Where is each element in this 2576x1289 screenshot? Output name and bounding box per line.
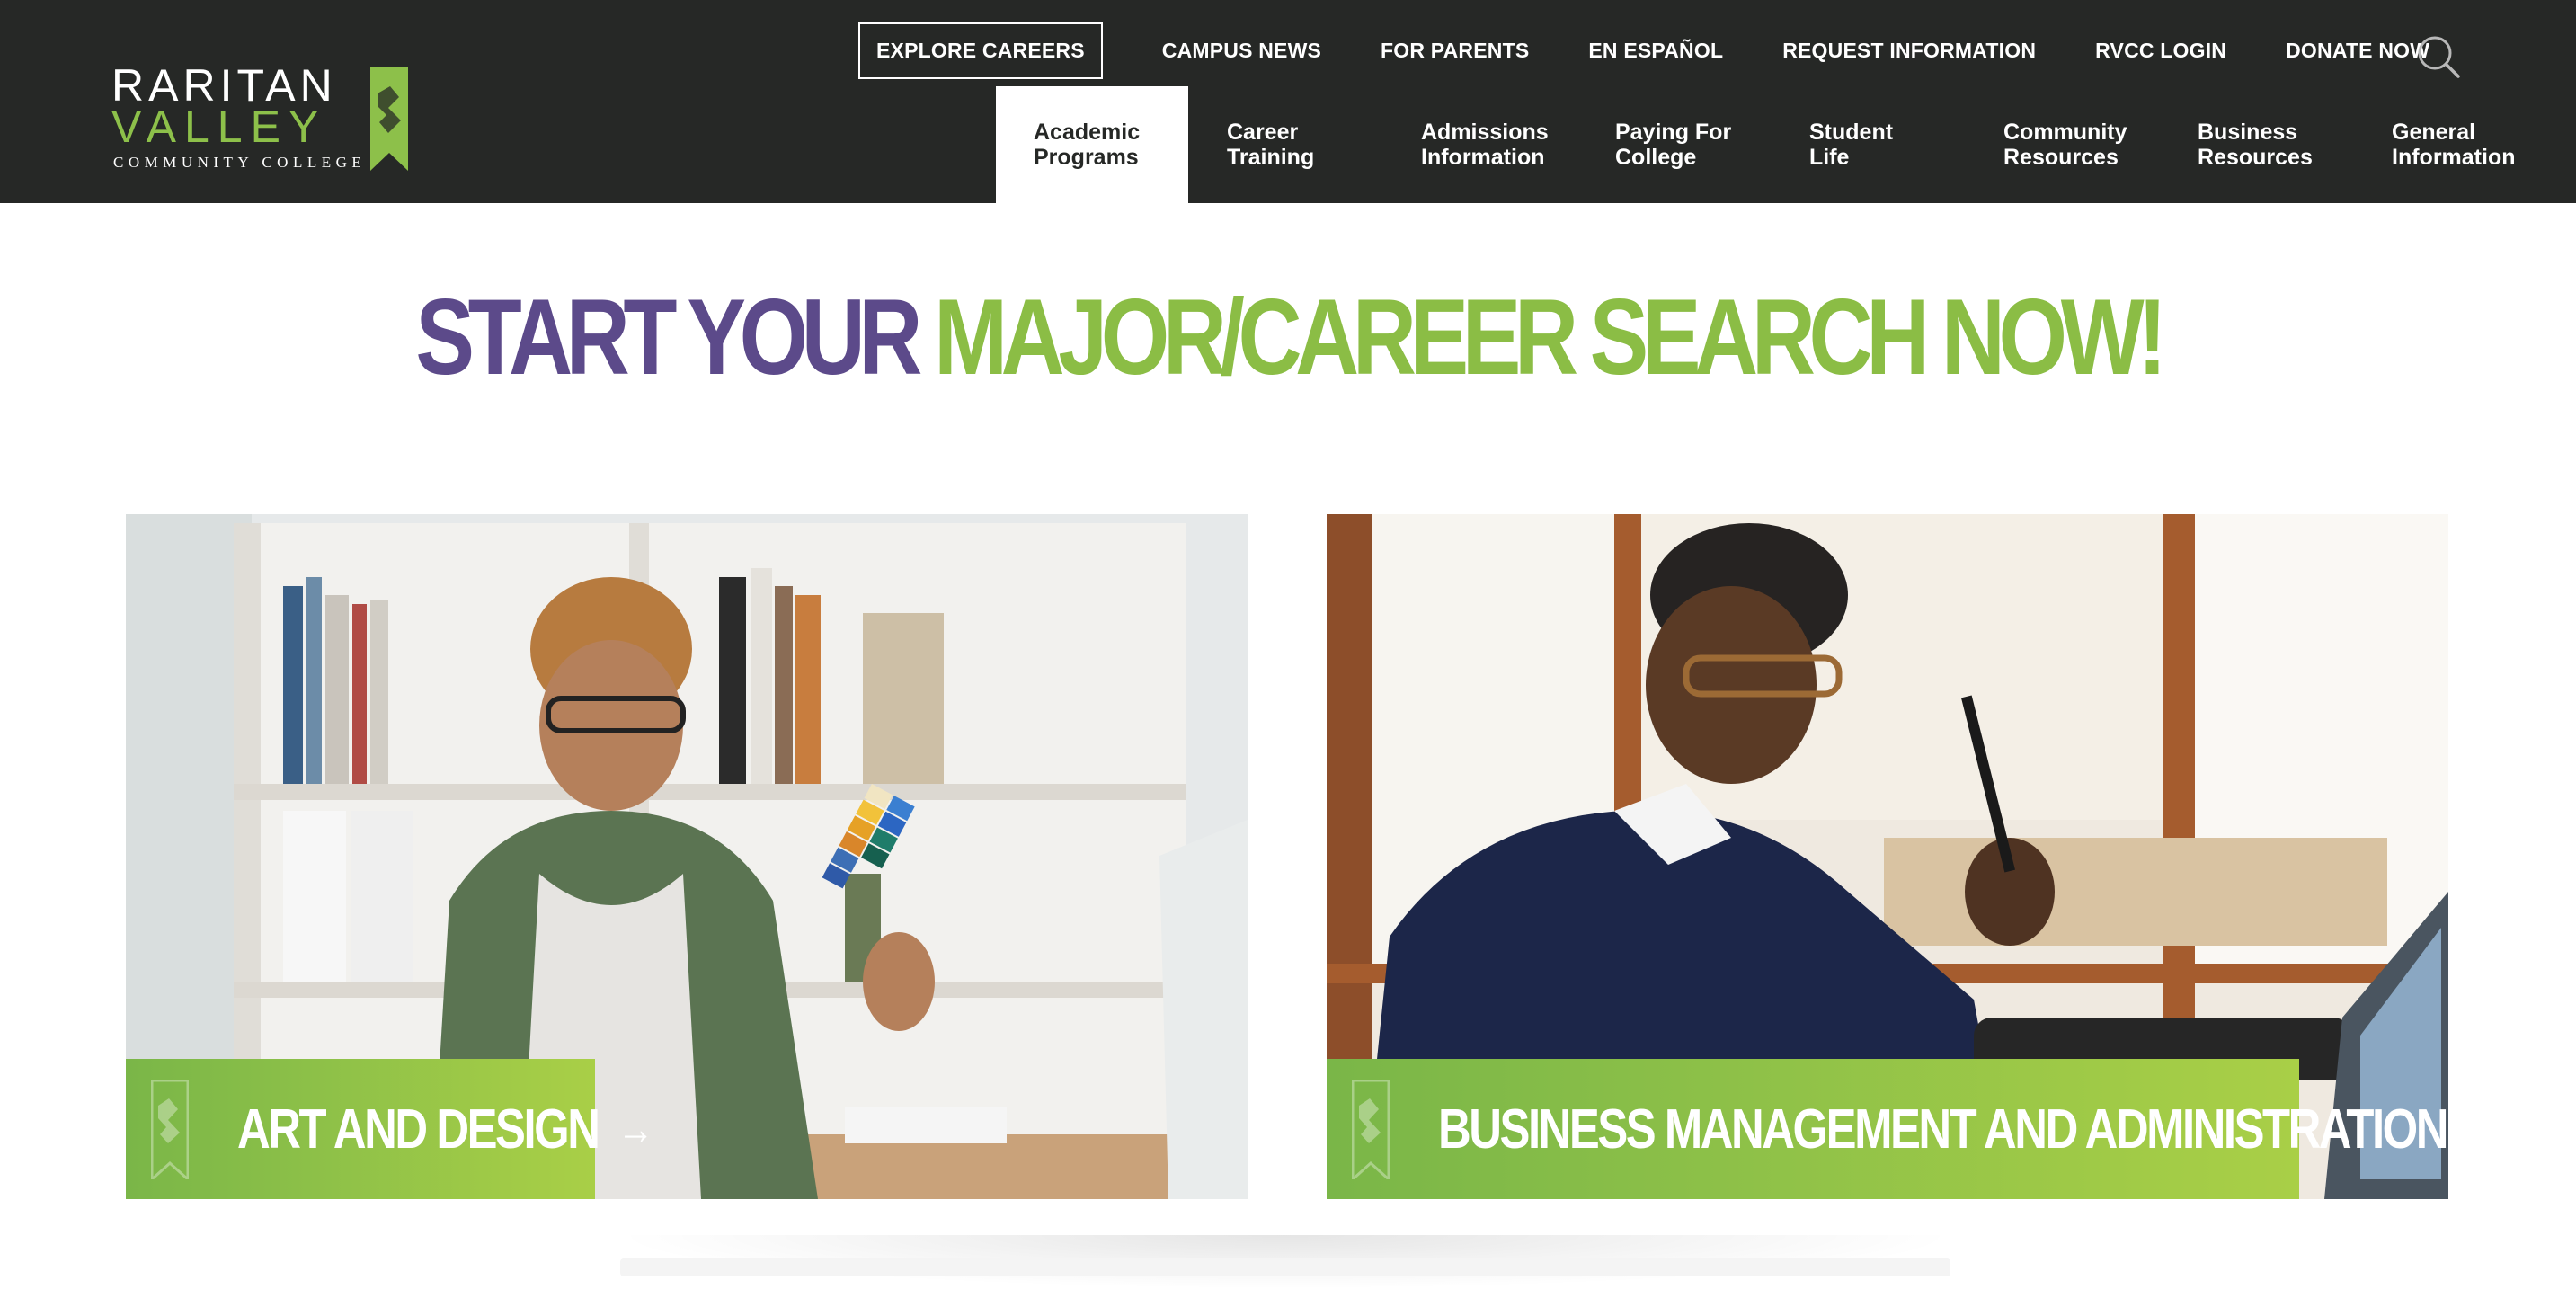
search-button[interactable]	[2416, 34, 2463, 81]
nav-label: Community Resources	[2003, 120, 2127, 170]
rvcc-login-link[interactable]: RVCC LOGIN	[2095, 39, 2226, 63]
nav-label: Academic Programs	[1034, 120, 1141, 170]
card-label-business-management[interactable]: BUSINESS MANAGEMENT AND ADMINISTRATION →	[1327, 1059, 2448, 1199]
arrow-right-icon: →	[617, 1104, 654, 1154]
program-card-art-and-design[interactable]: ART AND DESIGN →	[126, 514, 1248, 1199]
for-parents-link[interactable]: FOR PARENTS	[1381, 39, 1529, 63]
page-headline: START YOUR MAJOR/CAREER SEARCH NOW!	[232, 270, 2344, 404]
ribbon-logo-icon	[370, 67, 408, 171]
nav-label: Admissions Information	[1421, 120, 1549, 170]
card-label-art-and-design[interactable]: ART AND DESIGN →	[126, 1059, 654, 1199]
next-section-card	[620, 1258, 1950, 1276]
nav-career-training[interactable]: Career Training	[1188, 86, 1382, 203]
logo-line-valley: VALLEY	[111, 102, 327, 152]
en-espanol-link[interactable]: EN ESPAÑOL	[1588, 39, 1723, 63]
headline-part-2: MAJOR/CAREER SEARCH NOW!	[934, 277, 2167, 397]
nav-label: General Information	[2392, 120, 2516, 170]
nav-label: Career Training	[1227, 120, 1315, 170]
site-header: RARITAN VALLEY COMMUNITY COLLEGE EXPLORE…	[0, 0, 2576, 203]
nav-paying-for-college[interactable]: Paying For College	[1577, 86, 1771, 203]
request-information-link[interactable]: REQUEST INFORMATION	[1782, 39, 2036, 63]
program-card-business-management[interactable]: BUSINESS MANAGEMENT AND ADMINISTRATION →	[1327, 514, 2448, 1199]
headline-part-1: START YOUR	[415, 277, 922, 397]
nav-label: Paying For College	[1615, 120, 1732, 170]
nav-general-information[interactable]: General Information	[2353, 86, 2547, 203]
ribbon-icon	[151, 1080, 189, 1179]
nav-admissions-information[interactable]: Admissions Information	[1382, 86, 1577, 203]
logo-line-community-college: COMMUNITY COLLEGE	[113, 154, 367, 171]
main-nav: Academic Programs Career Training Admiss…	[996, 86, 2547, 203]
search-icon	[2418, 36, 2460, 78]
card-title: BUSINESS MANAGEMENT AND ADMINISTRATION →	[1438, 1059, 2448, 1199]
explore-careers-button[interactable]: EXPLORE CAREERS	[858, 22, 1103, 79]
nav-label: Student Life	[1809, 120, 1894, 170]
ribbon-icon	[1352, 1080, 1390, 1179]
utility-nav: EXPLORE CAREERS CAMPUS NEWS FOR PARENTS …	[858, 22, 2429, 79]
nav-academic-programs[interactable]: Academic Programs	[996, 86, 1188, 203]
nav-community-resources[interactable]: Community Resources	[1965, 86, 2159, 203]
donate-now-link[interactable]: DONATE NOW	[2286, 39, 2429, 63]
college-logo[interactable]: RARITAN VALLEY COMMUNITY COLLEGE	[108, 63, 413, 174]
campus-news-link[interactable]: CAMPUS NEWS	[1162, 39, 1321, 63]
card-title-text: BUSINESS MANAGEMENT AND ADMINISTRATION	[1438, 1098, 2448, 1160]
nav-student-life[interactable]: Student Life	[1771, 86, 1965, 203]
nav-label: Business Resources	[2198, 120, 2313, 170]
card-title-text: ART AND DESIGN	[237, 1098, 600, 1160]
card-title: ART AND DESIGN →	[237, 1059, 654, 1199]
nav-business-resources[interactable]: Business Resources	[2159, 86, 2353, 203]
